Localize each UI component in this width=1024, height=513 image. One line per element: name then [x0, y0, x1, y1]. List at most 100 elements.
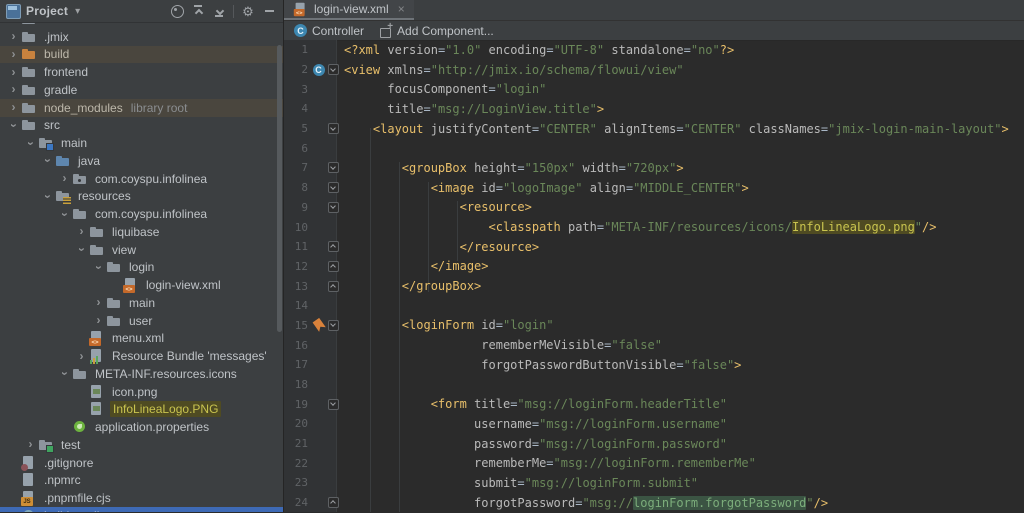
- gear-icon[interactable]: ⚙: [240, 3, 256, 19]
- tree-item--gitignore[interactable]: .gitignore: [0, 454, 283, 472]
- chevron-down-icon[interactable]: ›: [40, 189, 55, 204]
- tree-item-build[interactable]: › build: [0, 45, 283, 64]
- chevron-down-icon[interactable]: ›: [74, 242, 89, 257]
- hide-panel-icon[interactable]: [261, 3, 277, 19]
- code-line-4[interactable]: 4 title="msg://LoginView.title">: [284, 99, 1024, 119]
- chevron-right-icon[interactable]: ›: [74, 349, 89, 364]
- fold-open-icon[interactable]: [327, 64, 339, 76]
- bookmark-icon[interactable]: [310, 317, 327, 334]
- tree-item--jmix[interactable]: › .jmix: [0, 28, 283, 46]
- code-line-23[interactable]: 23 submit="msg://loginForm.submit": [284, 473, 1024, 493]
- tab-login-view-xml[interactable]: <> login-view.xml ×: [284, 0, 414, 20]
- tree-item-main[interactable]: › main: [0, 294, 283, 312]
- code-line-3[interactable]: 3 focusComponent="login": [284, 79, 1024, 99]
- folder-main-icon: [38, 135, 54, 152]
- code-line-17[interactable]: 17 forgotPasswordButtonVisible="false">: [284, 355, 1024, 375]
- line-number: 15: [294, 318, 308, 332]
- chevron-down-icon[interactable]: ›: [23, 136, 38, 151]
- code-line-12[interactable]: 12 </image>: [284, 257, 1024, 277]
- chevron-right-icon[interactable]: ›: [6, 82, 21, 97]
- tree-item-view[interactable]: › view: [0, 241, 283, 259]
- tree-item-application-properties[interactable]: application.properties: [0, 418, 283, 436]
- code-editor[interactable]: 1 <?xml version="1.0" encoding="UTF-8" st…: [284, 40, 1024, 512]
- tree-item--pnpmfile-cjs[interactable]: JS .pnpmfile.cjs: [0, 489, 283, 507]
- code-line-5[interactable]: 5 <layout justifyContent="CENTER" alignI…: [284, 119, 1024, 139]
- code-line-22[interactable]: 22 rememberMe="msg://loginForm.rememberM…: [284, 453, 1024, 473]
- chevron-down-icon[interactable]: ›: [91, 260, 106, 275]
- tree-item-resources[interactable]: › resources: [0, 188, 283, 206]
- controller-button[interactable]: C Controller: [294, 24, 364, 38]
- fold-close-icon[interactable]: [327, 497, 339, 509]
- tree-item-main[interactable]: › main: [0, 134, 283, 152]
- code-line-6[interactable]: 6: [284, 138, 1024, 158]
- tree-scrollbar-thumb[interactable]: [277, 45, 282, 332]
- code-line-11[interactable]: 11 </resource>: [284, 237, 1024, 257]
- fold-open-icon[interactable]: [327, 123, 339, 135]
- code-line-1[interactable]: 1 <?xml version="1.0" encoding="UTF-8" st…: [284, 40, 1024, 60]
- close-icon[interactable]: ×: [398, 3, 405, 15]
- chevron-down-icon[interactable]: ›: [57, 207, 72, 222]
- fold-open-icon[interactable]: [327, 201, 339, 213]
- tree-item-src[interactable]: › src: [0, 117, 283, 135]
- chevron-right-icon[interactable]: ›: [91, 295, 106, 310]
- chevron-down-icon[interactable]: ›: [40, 153, 55, 168]
- tree-item-java[interactable]: › java: [0, 152, 283, 170]
- code-line-19[interactable]: 19 <form title="msg://loginForm.headerTi…: [284, 394, 1024, 414]
- chevron-right-icon[interactable]: ›: [6, 100, 21, 115]
- tree-item-com-coyspu-infolinea[interactable]: › com.coyspu.infolinea: [0, 170, 283, 188]
- expand-all-icon[interactable]: [190, 3, 206, 19]
- fold-close-icon[interactable]: [327, 280, 339, 292]
- collapse-all-icon[interactable]: [211, 3, 227, 19]
- tree-item--npmrc[interactable]: .npmrc: [0, 472, 283, 490]
- go-to-controller-icon[interactable]: C: [312, 63, 325, 76]
- tree-item-user[interactable]: › user: [0, 312, 283, 330]
- code-line-9[interactable]: 9 <resource>: [284, 198, 1024, 218]
- chevron-right-icon[interactable]: ›: [6, 29, 21, 44]
- tree-item-label: menu.xml: [112, 331, 165, 346]
- code-line-18[interactable]: 18: [284, 375, 1024, 395]
- code-line-8[interactable]: 8 <image id="logoImage" align="MIDDLE_CE…: [284, 178, 1024, 198]
- code-line-10[interactable]: 10 <classpath path="META-INF/resources/i…: [284, 217, 1024, 237]
- project-panel-title[interactable]: Project: [26, 4, 68, 18]
- fold-open-icon[interactable]: [327, 162, 339, 174]
- code-line-14[interactable]: 14: [284, 296, 1024, 316]
- code-line-13[interactable]: 13 </groupBox>: [284, 276, 1024, 296]
- locate-file-icon[interactable]: [169, 3, 185, 19]
- tree-item-resource-bundle-messages-[interactable]: › Resource Bundle 'messages': [0, 347, 283, 365]
- tree-item-login-view-xml[interactable]: <> login-view.xml: [0, 276, 283, 294]
- add-component-button[interactable]: Add Component...: [380, 21, 494, 38]
- chevron-right-icon[interactable]: ›: [23, 437, 38, 452]
- tree-item-login[interactable]: › login: [0, 259, 283, 277]
- tree-item-gradle[interactable]: › gradle: [0, 81, 283, 99]
- code-line-2[interactable]: 2 C <view xmlns="http://jmix.io/schema/flo…: [284, 60, 1024, 80]
- code-line-15[interactable]: 15 <loginForm id="login": [284, 316, 1024, 336]
- chevron-down-icon[interactable]: ▾: [75, 6, 80, 17]
- code-line-7[interactable]: 7 <groupBox height="150px" width="720px"…: [284, 158, 1024, 178]
- tree-item-frontend[interactable]: › frontend: [0, 63, 283, 81]
- fold-open-icon[interactable]: [327, 182, 339, 194]
- tree-item-infolinealogo-png[interactable]: InfoLineaLogo.PNG: [0, 401, 283, 419]
- tree-item-test[interactable]: › test: [0, 436, 283, 454]
- fold-close-icon[interactable]: [327, 241, 339, 253]
- chevron-right-icon[interactable]: ›: [74, 224, 89, 239]
- code-line-20[interactable]: 20 username="msg://loginForm.username": [284, 414, 1024, 434]
- tree-item-liquibase[interactable]: › liquibase: [0, 223, 283, 241]
- chevron-right-icon[interactable]: ›: [57, 171, 72, 186]
- chevron-down-icon[interactable]: ›: [57, 366, 72, 381]
- fold-close-icon[interactable]: [327, 260, 339, 272]
- code-line-16[interactable]: 16 rememberMeVisible="false": [284, 335, 1024, 355]
- chevron-right-icon[interactable]: ›: [91, 313, 106, 328]
- chevron-down-icon[interactable]: ›: [6, 118, 21, 133]
- tree-item-com-coyspu-infolinea[interactable]: › com.coyspu.infolinea: [0, 205, 283, 223]
- tree-item-node-modules[interactable]: › node_modules library root: [0, 98, 283, 117]
- tree-item-meta-inf-resources-icons[interactable]: › META-INF.resources.icons: [0, 365, 283, 383]
- fold-open-icon[interactable]: [327, 398, 339, 410]
- tree-item-icon-png[interactable]: icon.png: [0, 383, 283, 401]
- chevron-right-icon[interactable]: ›: [6, 65, 21, 80]
- tree-item-menu-xml[interactable]: <> menu.xml: [0, 330, 283, 348]
- code-line-24[interactable]: 24 forgotPassword="msg://loginForm.forgo…: [284, 493, 1024, 513]
- tree-item-build-gradle[interactable]: build.gradle: [0, 507, 283, 512]
- fold-open-icon[interactable]: [327, 319, 339, 331]
- chevron-right-icon[interactable]: ›: [6, 47, 21, 62]
- code-line-21[interactable]: 21 password="msg://loginForm.password": [284, 434, 1024, 454]
